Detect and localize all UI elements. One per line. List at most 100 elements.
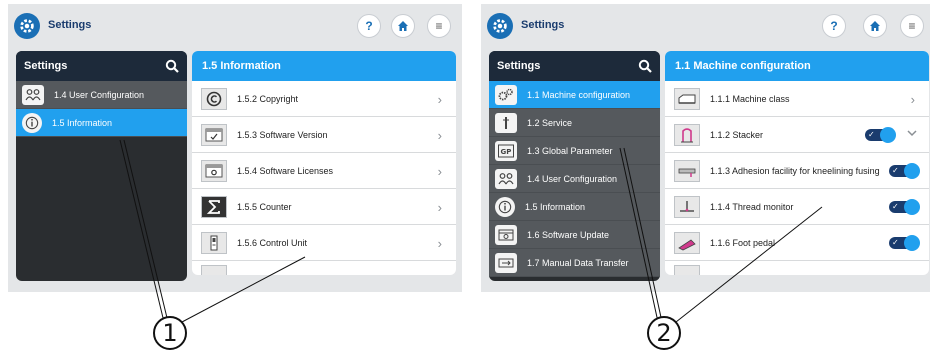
sidebar-item-global-parameter[interactable]: GP 1.3 Global Parameter	[489, 137, 660, 165]
left-screen: Settings ? ≡ Settings 1.4 User Configura…	[8, 4, 462, 292]
content-panel: 1.1 Machine configuration 1.1.1 Machine …	[665, 51, 929, 275]
checkmark-icon: ✓	[868, 130, 875, 139]
info-icon	[22, 112, 42, 133]
list-item-label: 1.5.4 Software Licenses	[237, 165, 334, 176]
adhesion-toggle[interactable]: ✓	[889, 163, 920, 179]
update-icon	[495, 224, 517, 245]
sidebar-item-label: 1.4 User Configuration	[527, 173, 618, 184]
gp-icon: GP	[495, 140, 517, 161]
list-item-label: 1.1.6 Foot pedal	[710, 237, 776, 248]
foot-pedal-toggle[interactable]: ✓	[889, 235, 920, 251]
sidebar-item-service[interactable]: 1.2 Service	[489, 109, 660, 137]
sidebar: Settings 1.4 User Configuration 1.5 Info…	[16, 51, 187, 281]
home-button[interactable]	[391, 14, 415, 38]
list-item-partial	[665, 261, 929, 275]
list-item-label: 1.1.2 Stacker	[710, 129, 764, 140]
toggle-knob	[904, 199, 920, 215]
menu-button[interactable]: ≡	[427, 14, 451, 38]
list-item-control-unit[interactable]: 1.5.6 Control Unit ›	[192, 225, 456, 261]
menu-button[interactable]: ≡	[900, 14, 924, 38]
right-screen: Settings ? ≡ Settings 1.1 Machine config…	[481, 4, 930, 292]
gears-icon	[495, 84, 517, 105]
users-icon	[495, 168, 517, 189]
control-unit-icon	[201, 231, 227, 254]
search-icon[interactable]	[165, 59, 179, 73]
list-item-label: 1.1.1 Machine class	[710, 93, 790, 104]
list-item-thread-monitor[interactable]: 1.1.4 Thread monitor ✓	[665, 189, 929, 225]
chevron-right-icon: ›	[437, 164, 442, 179]
settings-gear-icon[interactable]	[14, 13, 40, 39]
home-button[interactable]	[863, 14, 887, 38]
sigma-icon	[201, 195, 227, 218]
list-item-copyright[interactable]: 1.5.2 Copyright ›	[192, 81, 456, 117]
sidebar-item-information[interactable]: 1.5 Information	[16, 109, 187, 137]
sidebar-title: Settings	[24, 60, 68, 72]
service-icon	[495, 112, 517, 133]
sidebar-item-label: 1.4 User Configuration	[54, 89, 145, 100]
list-item-label: 1.1.3 Adhesion facility for kneelining f…	[710, 165, 880, 176]
toggle-knob	[880, 127, 896, 143]
list-item-partial	[192, 261, 456, 275]
checkmark-icon: ✓	[892, 238, 899, 247]
sidebar-item-software-update[interactable]: 1.6 Software Update	[489, 221, 660, 249]
copyright-icon	[201, 87, 227, 110]
info-icon	[495, 196, 515, 217]
app-title: Settings	[521, 19, 565, 31]
content-title: 1.1 Machine configuration	[665, 51, 929, 81]
list-icon	[674, 265, 700, 275]
sidebar-item-label: 1.7 Manual Data Transfer	[527, 257, 629, 268]
list-item-software-licenses[interactable]: 1.5.4 Software Licenses ›	[192, 153, 456, 189]
sidebar-item-label: 1.3 Global Parameter	[527, 145, 613, 156]
top-bar: Settings ? ≡	[8, 4, 462, 48]
stacker-icon	[674, 123, 700, 146]
sidebar-item-information[interactable]: 1.5 Information	[489, 193, 660, 221]
list-item-label: 1.5.6 Control Unit	[237, 237, 308, 248]
home-icon	[398, 21, 408, 31]
home-icon	[870, 21, 880, 31]
list-item-adhesion-facility[interactable]: 1.1.3 Adhesion facility for kneelining f…	[665, 153, 929, 189]
top-bar: Settings ? ≡	[481, 4, 930, 48]
toggle-knob	[904, 235, 920, 251]
chevron-right-icon: ›	[437, 236, 442, 251]
sidebar-item-manual-data-transfer[interactable]: 1.7 Manual Data Transfer	[489, 249, 660, 277]
stacker-toggle[interactable]: ✓	[865, 127, 896, 143]
foot-pedal-icon	[674, 231, 700, 254]
help-button[interactable]: ?	[822, 14, 846, 38]
sidebar-item-label: 1.5 Information	[52, 117, 113, 128]
sidebar: Settings 1.1 Machine configuration 1.2 S…	[489, 51, 660, 281]
list-item-software-version[interactable]: 1.5.3 Software Version ›	[192, 117, 456, 153]
thread-monitor-icon	[674, 195, 700, 218]
chevron-down-icon[interactable]	[907, 128, 917, 138]
sidebar-title: Settings	[497, 60, 541, 72]
chevron-right-icon: ›	[437, 92, 442, 107]
sidebar-header: Settings	[489, 51, 660, 81]
transfer-icon	[495, 252, 517, 273]
list-item-stacker[interactable]: 1.1.2 Stacker ✓	[665, 117, 929, 153]
chevron-right-icon: ›	[437, 200, 442, 215]
license-icon	[201, 159, 227, 182]
list-item-foot-pedal[interactable]: 1.1.6 Foot pedal ✓	[665, 225, 929, 261]
callout-number-1: 1	[153, 316, 187, 350]
thread-monitor-toggle[interactable]: ✓	[889, 199, 920, 215]
settings-gear-icon[interactable]	[487, 13, 513, 39]
list-item-machine-class[interactable]: 1.1.1 Machine class ›	[665, 81, 929, 117]
sidebar-item-user-configuration[interactable]: 1.4 User Configuration	[16, 81, 187, 109]
list-item-counter[interactable]: 1.5.5 Counter ›	[192, 189, 456, 225]
gp-icon-text: GP	[501, 148, 512, 156]
toggle-knob	[904, 163, 920, 179]
list-item-label: 1.5.2 Copyright	[237, 93, 299, 104]
chevron-right-icon[interactable]: ›	[911, 92, 915, 107]
sidebar-item-user-configuration[interactable]: 1.4 User Configuration	[489, 165, 660, 193]
search-icon[interactable]	[638, 59, 652, 73]
sidebar-item-label: 1.6 Software Update	[527, 229, 610, 240]
figure-root: Settings ? ≡ Settings 1.4 User Configura…	[0, 0, 930, 354]
app-title: Settings	[48, 19, 92, 31]
machine-class-icon	[674, 87, 700, 110]
chevron-right-icon: ›	[437, 128, 442, 143]
sidebar-header: Settings	[16, 51, 187, 81]
list-item-label: 1.5.5 Counter	[237, 201, 292, 212]
help-button[interactable]: ?	[357, 14, 381, 38]
content-title: 1.5 Information	[192, 51, 456, 81]
sidebar-item-machine-configuration[interactable]: 1.1 Machine configuration	[489, 81, 660, 109]
list-icon	[201, 265, 227, 275]
